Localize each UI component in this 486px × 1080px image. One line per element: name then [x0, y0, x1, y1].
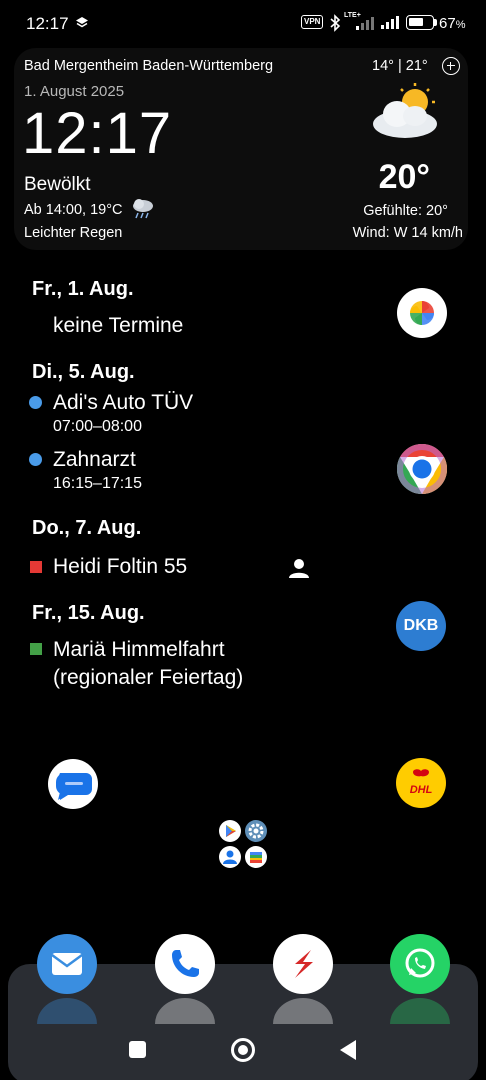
dkb-label: DKB: [403, 617, 439, 634]
add-location-icon[interactable]: [442, 57, 460, 75]
contacts-icon: [219, 846, 241, 868]
phone-app-icon[interactable]: [155, 934, 215, 994]
weather-widget[interactable]: Bad Mergentheim Baden-Württemberg 14° | …: [14, 48, 468, 250]
layers-icon: [76, 17, 88, 28]
app-folder[interactable]: [217, 818, 269, 870]
weather-temperature: 20°: [378, 158, 430, 196]
battery-icon: [406, 15, 434, 30]
red-s-app-icon[interactable]: [273, 934, 333, 994]
event-color-dot: [29, 396, 42, 409]
battery-level: [409, 18, 424, 26]
cellular-signal-icon: LTE+: [344, 12, 376, 32]
home-button[interactable]: [231, 1038, 255, 1062]
mail-app-icon[interactable]: [37, 934, 97, 994]
weather-feels-like: Gefühlte: 20°: [363, 203, 448, 219]
clock[interactable]: 12:17: [22, 100, 172, 167]
battery-percent: 67%: [439, 15, 466, 32]
chrome-app-icon[interactable]: [397, 444, 447, 494]
dkb-app-icon[interactable]: DKB: [396, 601, 446, 651]
settings-icon: [245, 820, 267, 842]
dhl-label: DHL: [410, 784, 433, 796]
weather-rain: Leichter Regen: [24, 225, 123, 241]
event-color-dot: [29, 453, 42, 466]
google-photos-app-icon[interactable]: [397, 288, 447, 338]
event-color-square: [30, 643, 42, 655]
event-color-square: [30, 561, 42, 573]
weather-forecast: Ab 14:00, 19°C: [24, 202, 123, 218]
weather-location: Bad Mergentheim Baden-Württemberg: [24, 58, 274, 74]
sun-cloud-icon: [373, 83, 437, 138]
calendar-event-time: 16:15–17:15: [53, 475, 142, 492]
weather-condition: Bewölkt: [24, 174, 91, 195]
calendar-event-title[interactable]: Zahnarzt: [53, 447, 136, 473]
messages-app-icon[interactable]: [48, 759, 98, 809]
recents-button[interactable]: [129, 1041, 146, 1058]
weather-date: 1. August 2025: [24, 83, 125, 100]
cloud-rain-icon: [133, 199, 153, 219]
calendar-event-title[interactable]: Mariä Himmelfahrt: [53, 637, 225, 663]
calendar-day-header: Do., 7. Aug.: [32, 517, 142, 539]
signal-bars-icon: [381, 16, 399, 29]
calendar-event-title[interactable]: Adi's Auto TÜV: [53, 390, 193, 416]
calendar-day-header: Di., 5. Aug.: [32, 361, 135, 383]
calendar-day-header: Fr., 15. Aug.: [32, 602, 145, 624]
whatsapp-app-icon[interactable]: [390, 934, 450, 994]
dhl-app-icon[interactable]: DHL: [396, 758, 446, 808]
battery-tip: [434, 19, 437, 26]
status-time: 12:17: [26, 14, 69, 33]
weather-wind: Wind: W 14 km/h: [352, 225, 463, 241]
calendar-event-title: keine Termine: [53, 314, 184, 337]
back-button[interactable]: [340, 1040, 356, 1060]
calendar-event-time: 07:00–08:00: [53, 418, 142, 435]
calendar-event-title[interactable]: Heidi Foltin 55: [53, 554, 187, 580]
bluetooth-icon: [330, 14, 341, 32]
wallet-icon: [245, 846, 267, 868]
vpn-badge: VPN: [301, 15, 324, 29]
calendar-day-header: Fr., 1. Aug.: [32, 278, 134, 300]
calendar-event-title-line2[interactable]: (regionaler Feiertag): [53, 665, 243, 691]
status-bar: 12:17 VPN LTE+ 67%: [0, 0, 486, 46]
play-store-icon: [219, 820, 241, 842]
person-icon: [289, 559, 309, 578]
weather-min-max: 14° | 21°: [372, 58, 428, 74]
